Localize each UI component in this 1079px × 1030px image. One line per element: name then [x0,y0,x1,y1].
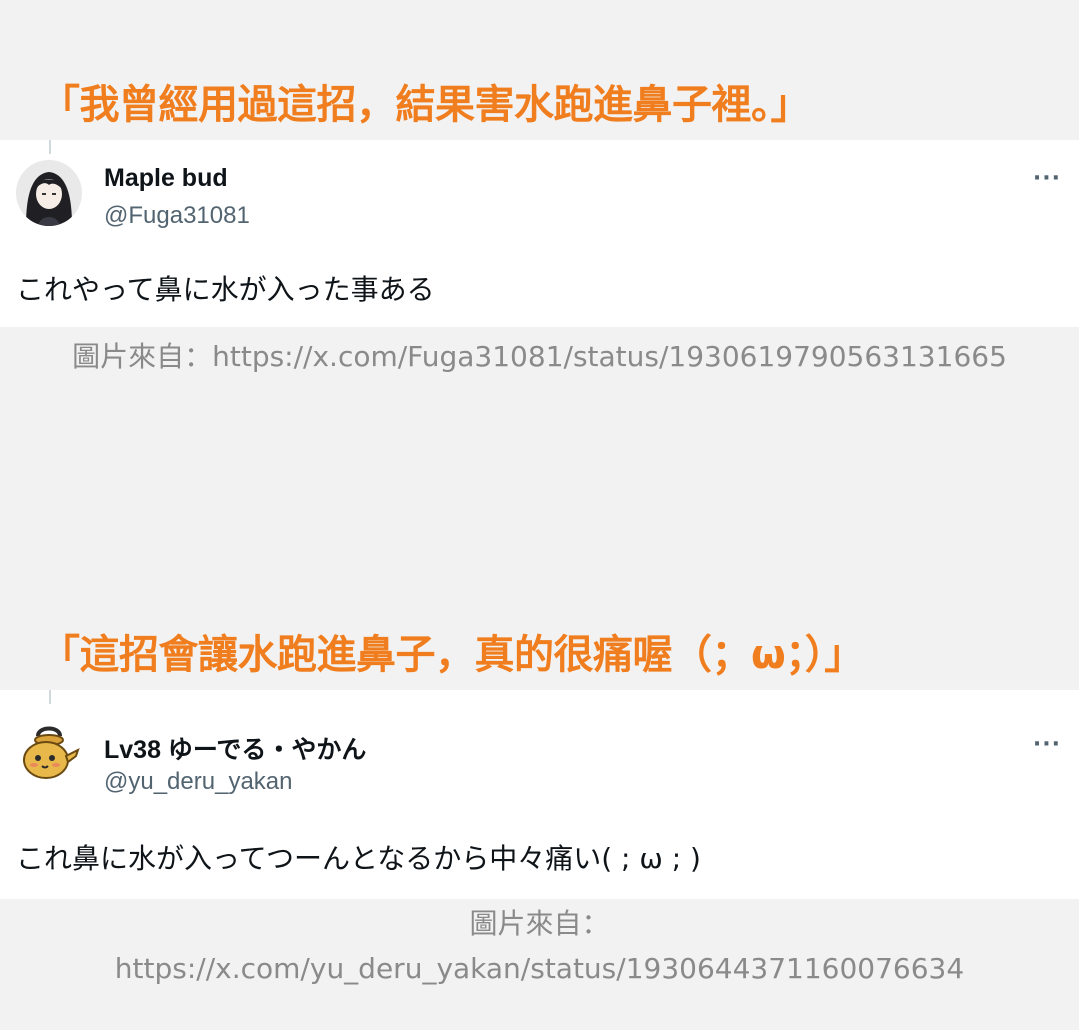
tweet-card-2[interactable]: Lv38 ゆーでる・やかん @yu_deru_yakan ··· これ鼻に水が入… [0,690,1079,899]
tweet-text: これやって鼻に水が入った事ある [16,273,435,306]
display-name[interactable]: Maple bud [104,164,228,193]
display-name[interactable]: Lv38 ゆーでる・やかん [104,730,366,766]
more-options-icon[interactable]: ··· [1033,166,1061,191]
image-credit-2-label: 圖片來自： [469,907,610,940]
tweet-text: これ鼻に水が入ってつーんとなるから中々痛い( ; ω ; ) [16,842,701,875]
kettle-character-avatar-icon[interactable] [16,720,82,786]
thread-line [49,690,51,704]
quote-caption-2: 「這招會讓水跑進鼻子，真的很痛喔（；ω；）」 [40,632,864,678]
more-options-icon[interactable]: ··· [1033,732,1061,757]
user-handle[interactable]: @Fuga31081 [104,202,250,230]
anime-girl-avatar-icon[interactable] [16,160,82,226]
user-handle[interactable]: @yu_deru_yakan [104,768,292,796]
image-credit-1: 圖片來自：https://x.com/Fuga31081/status/1930… [72,340,1007,373]
image-credit-2-url: https://x.com/yu_deru_yakan/status/19306… [114,952,965,985]
thread-line [49,140,51,154]
quote-caption-1: 「我曾經用過這招，結果害水跑進鼻子裡。」 [40,82,811,128]
tweet-card-1[interactable]: Maple bud @Fuga31081 ··· これやって鼻に水が入った事ある [0,140,1079,327]
